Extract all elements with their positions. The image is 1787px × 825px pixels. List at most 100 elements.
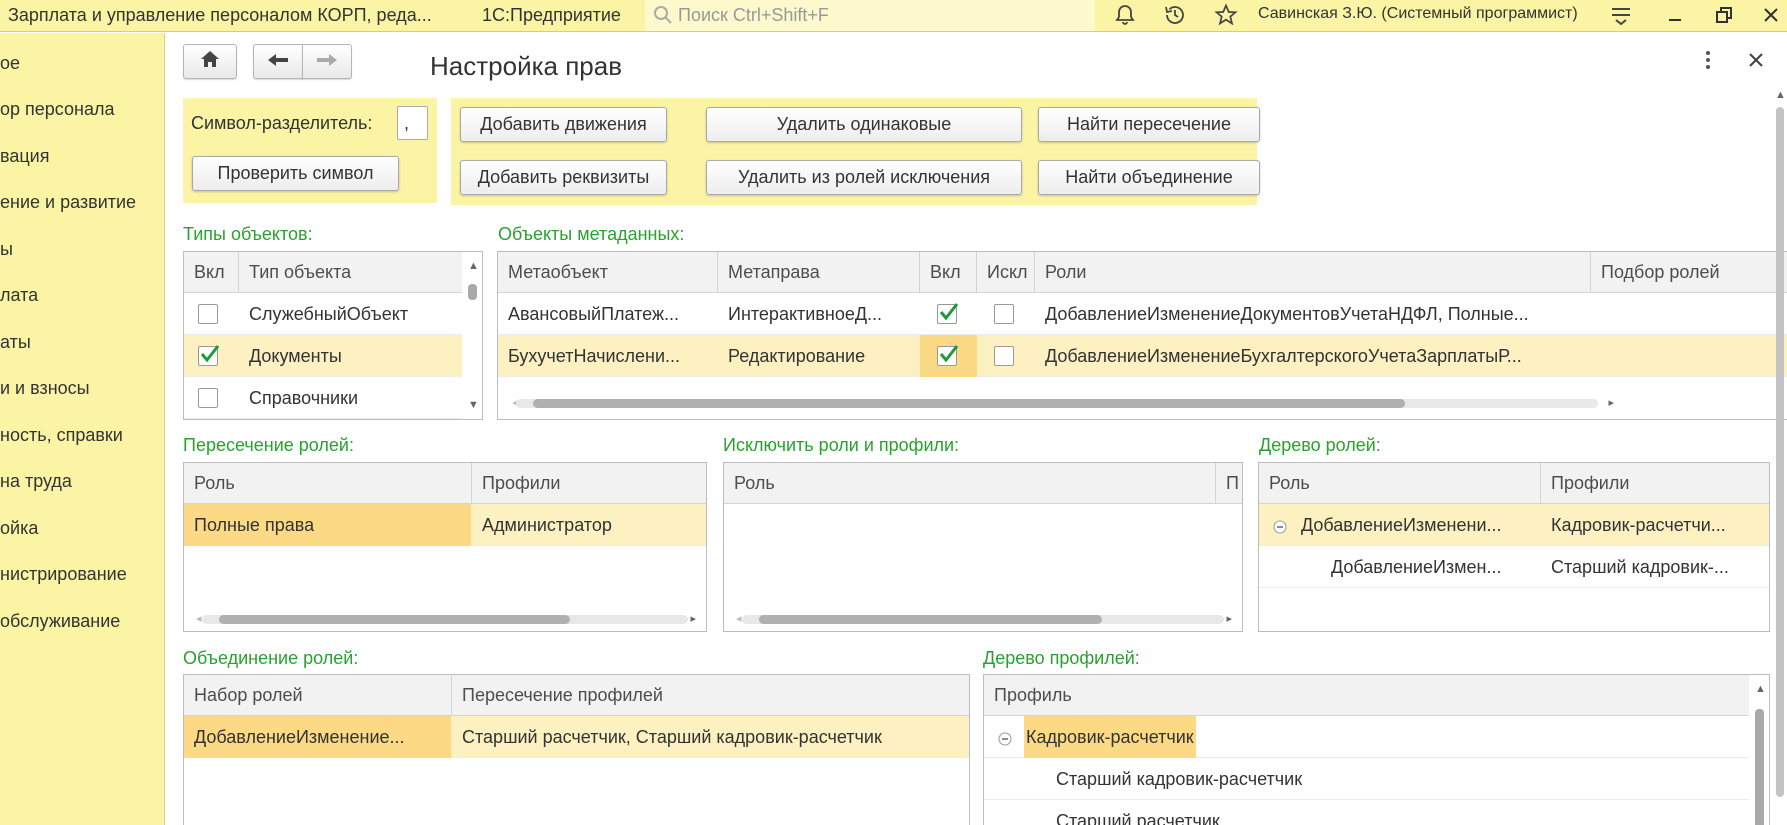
collapse-icon[interactable] [1273, 518, 1287, 539]
table-row[interactable]: Полные права Администратор [184, 504, 706, 546]
column-header-profile[interactable]: Профиль [984, 675, 1749, 716]
tree-row[interactable]: Старший расчетчик [984, 800, 1769, 825]
sidebar-item[interactable]: ое [0, 53, 20, 79]
scroll-thumb[interactable] [1776, 107, 1784, 797]
table-row[interactable]: СлужебныйОбъект [184, 293, 482, 335]
bell-icon[interactable] [1113, 3, 1137, 32]
table-row[interactable]: Документы [184, 335, 482, 377]
tree-row[interactable]: ДобавлениеИзменени... Кадровик-расчетчи.… [1259, 504, 1769, 546]
home-icon [200, 50, 220, 73]
scroll-thumb[interactable] [219, 615, 570, 624]
sidebar-item[interactable]: ение и развитие [0, 192, 136, 218]
checkbox[interactable] [198, 388, 218, 408]
menu-icon[interactable] [1610, 4, 1632, 31]
scroll-right-icon[interactable]: ▸ [1608, 396, 1614, 409]
column-header-role[interactable]: Роль [724, 463, 1216, 504]
sidebar-item[interactable]: вация [0, 146, 49, 172]
delete-same-button[interactable]: Удалить одинаковые [706, 107, 1022, 142]
scroll-thumb[interactable] [468, 284, 477, 300]
back-button[interactable] [253, 44, 303, 79]
scroll-thumb[interactable] [759, 615, 1102, 624]
scroll-left-icon[interactable]: ◂ [736, 612, 742, 625]
global-search[interactable]: Поиск Ctrl+Shift+F [645, 0, 1095, 31]
collapse-icon[interactable] [998, 730, 1012, 751]
close-window-icon[interactable] [1760, 4, 1782, 31]
sidebar-item[interactable]: аты [0, 332, 31, 358]
page-scrollbar[interactable]: ▲ [1773, 89, 1787, 825]
column-header-profiles[interactable]: П [1216, 463, 1242, 504]
column-header-profiles[interactable]: Профили [1541, 463, 1769, 504]
star-icon[interactable] [1214, 3, 1238, 32]
scroll-up-icon[interactable]: ▲ [468, 260, 479, 272]
close-form-icon[interactable] [1748, 52, 1764, 73]
column-header-metarights[interactable]: Метаправа [718, 252, 920, 293]
sidebar-item[interactable]: нистрирование [0, 564, 127, 590]
find-intersection-button[interactable]: Найти пересечение [1038, 107, 1260, 142]
check-symbol-button[interactable]: Проверить символ [192, 156, 399, 191]
horizontal-scrollbar[interactable]: ◂ ▸ [184, 609, 706, 627]
profiles-tree-table: Профиль Кадровик-расчетчик Старший кадро… [983, 674, 1770, 825]
scroll-up-icon[interactable]: ▲ [1775, 89, 1786, 101]
table-row[interactable]: АвансовыйПлатеж... ИнтерактивноеД... Доб… [498, 293, 1787, 335]
checkbox-checked[interactable] [198, 345, 220, 366]
column-header-role[interactable]: Роль [184, 463, 472, 504]
table-row[interactable]: Справочники [184, 377, 482, 419]
column-header-on[interactable]: Вкл [184, 252, 239, 293]
column-header-excl[interactable]: Искл [977, 252, 1035, 293]
scroll-left-icon[interactable]: ◂ [196, 612, 202, 625]
sidebar-item[interactable]: ойка [0, 518, 38, 544]
forward-button[interactable] [302, 44, 352, 79]
checkbox-checked[interactable] [937, 303, 959, 324]
scroll-up-icon[interactable]: ▲ [1755, 683, 1766, 695]
delete-exceptions-button[interactable]: Удалить из ролей исключения [706, 160, 1022, 195]
scroll-thumb[interactable] [533, 399, 1405, 408]
column-header-profiles[interactable]: Профили [472, 463, 706, 504]
checkbox[interactable] [994, 346, 1014, 366]
vertical-scrollbar[interactable]: ▲ ▼ [462, 252, 482, 419]
scroll-right-icon[interactable]: ▸ [690, 612, 696, 625]
tree-row[interactable]: Кадровик-расчетчик [984, 716, 1769, 758]
sidebar-item[interactable]: лата [0, 285, 38, 311]
column-header-roles[interactable]: Роли [1035, 252, 1591, 293]
profiles-cell: Старший расчетчик, Старший кадровик-расч… [462, 727, 882, 747]
restore-icon[interactable] [1713, 4, 1735, 31]
horizontal-scrollbar[interactable]: ◂ ▸ [498, 393, 1616, 411]
column-header-metaobject[interactable]: Метаобъект [498, 252, 718, 293]
scroll-thumb[interactable] [1755, 709, 1764, 825]
tree-row[interactable]: Старший кадровик-расчетчик [984, 758, 1769, 800]
sidebar-item[interactable]: и и взносы [0, 378, 90, 404]
scroll-right-icon[interactable]: ▸ [1226, 612, 1232, 625]
checkbox[interactable] [994, 304, 1014, 324]
column-header-role[interactable]: Роль [1259, 463, 1541, 504]
add-requisites-button[interactable]: Добавить реквизиты [460, 160, 667, 195]
tree-row[interactable]: ДобавлениеИзмен... Старший кадровик-... [1259, 546, 1769, 588]
column-header-object-type[interactable]: Тип объекта [239, 252, 462, 293]
sidebar-item[interactable]: обслуживание [0, 611, 120, 637]
column-header-profiles-intersection[interactable]: Пересечение профилей [452, 675, 969, 716]
sidebar-item[interactable]: на труда [0, 471, 72, 497]
find-union-button[interactable]: Найти объединение [1038, 160, 1260, 195]
minimize-icon[interactable] [1664, 4, 1686, 31]
sidebar-item[interactable]: ы [0, 239, 13, 265]
current-user[interactable]: Савинская З.Ю. (Системный программист) [1258, 5, 1578, 23]
column-header-role-set[interactable]: Набор ролей [184, 675, 452, 716]
scroll-down-icon[interactable]: ▼ [468, 399, 479, 411]
history-icon[interactable] [1163, 3, 1187, 32]
vertical-scrollbar[interactable]: ▲ [1749, 675, 1769, 825]
add-movements-button[interactable]: Добавить движения [460, 107, 667, 142]
horizontal-scrollbar[interactable]: ◂ ▸ [724, 609, 1242, 627]
more-actions-icon[interactable] [1705, 50, 1711, 75]
table-row[interactable]: ДобавлениеИзменение... Старший расчетчик… [184, 716, 969, 758]
column-header-on[interactable]: Вкл [920, 252, 977, 293]
sidebar-item[interactable]: ор персонала [0, 99, 114, 125]
column-header-role-selection[interactable]: Подбор ролей [1591, 252, 1787, 293]
checkbox[interactable] [198, 304, 218, 324]
checkbox-checked[interactable] [937, 345, 959, 366]
home-button[interactable] [183, 44, 237, 79]
separator-input[interactable]: , [397, 106, 428, 140]
search-input[interactable]: Поиск Ctrl+Shift+F [678, 5, 829, 26]
form-content: Настройка прав Символ-разделитель: , Про… [166, 33, 1787, 825]
table-row[interactable]: БухучетНачислени... Редактирование Добав… [498, 335, 1787, 377]
sidebar-item[interactable]: ность, справки [0, 425, 123, 451]
object-types-label: Типы объектов: [183, 224, 313, 244]
